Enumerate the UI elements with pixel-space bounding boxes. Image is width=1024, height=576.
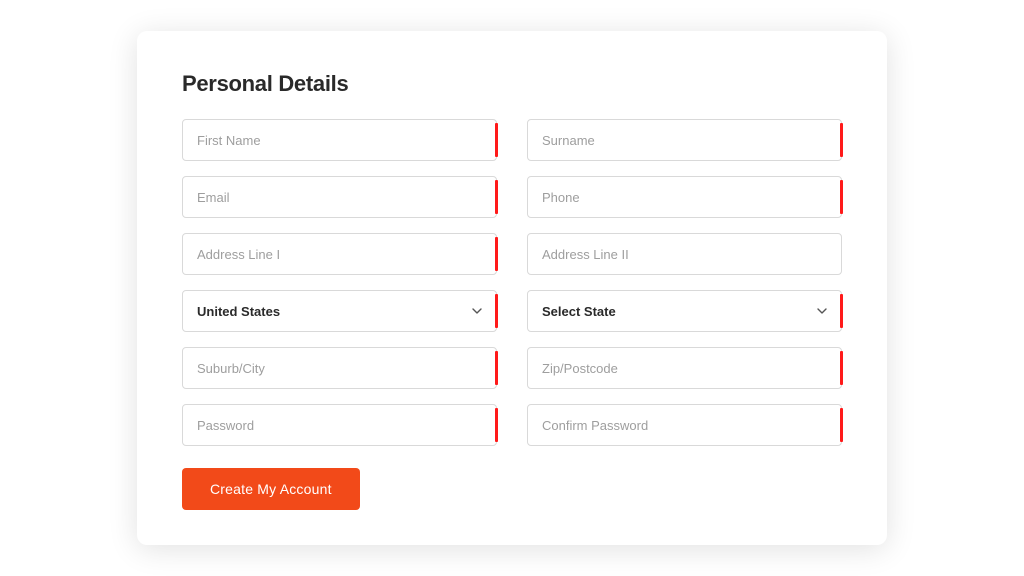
address-line-1-input[interactable] xyxy=(197,247,482,262)
address-line-2-input[interactable] xyxy=(542,247,827,262)
email-field-wrap xyxy=(182,176,497,218)
create-account-button[interactable]: Create My Account xyxy=(182,468,360,510)
phone-input[interactable] xyxy=(542,190,827,205)
chevron-down-icon xyxy=(817,306,827,317)
country-select-value: United States xyxy=(197,304,472,319)
suburb-city-input[interactable] xyxy=(197,361,482,376)
form-grid: United States Select State xyxy=(182,119,842,446)
phone-field-wrap xyxy=(527,176,842,218)
first-name-field-wrap xyxy=(182,119,497,161)
address-line-2-field-wrap xyxy=(527,233,842,275)
password-field-wrap xyxy=(182,404,497,446)
email-input[interactable] xyxy=(197,190,482,205)
state-select[interactable]: Select State xyxy=(527,290,842,332)
chevron-down-icon xyxy=(472,306,482,317)
confirm-password-field-wrap xyxy=(527,404,842,446)
password-input[interactable] xyxy=(197,418,482,433)
suburb-city-field-wrap xyxy=(182,347,497,389)
surname-input[interactable] xyxy=(542,133,827,148)
submit-row: Create My Account xyxy=(182,468,842,510)
state-select-value: Select State xyxy=(542,304,817,319)
zip-postcode-field-wrap xyxy=(527,347,842,389)
surname-field-wrap xyxy=(527,119,842,161)
zip-postcode-input[interactable] xyxy=(542,361,827,376)
section-heading: Personal Details xyxy=(182,71,842,97)
country-select[interactable]: United States xyxy=(182,290,497,332)
address-line-1-field-wrap xyxy=(182,233,497,275)
personal-details-card: Personal Details United States Selec xyxy=(137,31,887,545)
confirm-password-input[interactable] xyxy=(542,418,827,433)
first-name-input[interactable] xyxy=(197,133,482,148)
